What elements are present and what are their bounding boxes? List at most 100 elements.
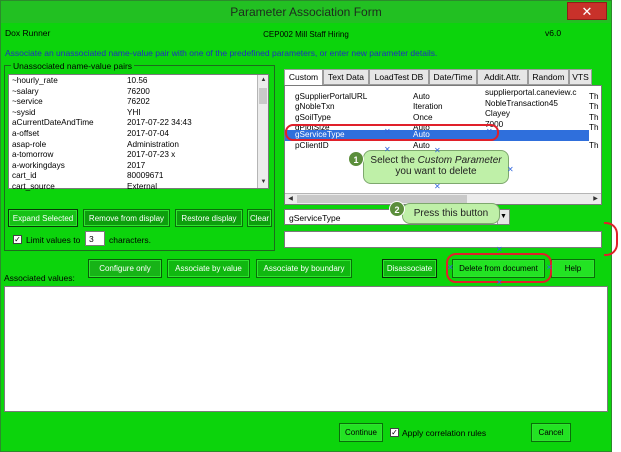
remove-from-display-button[interactable]: Remove from display: [83, 209, 170, 227]
pair-name: aCurrentDateAndTime: [12, 118, 94, 128]
parameter-value-input[interactable]: [284, 231, 602, 248]
pair-value: 2017: [127, 160, 146, 170]
custom-parameter-row[interactable]: gSoilType Once Clayey Th: [285, 109, 599, 122]
clear-button[interactable]: Clear: [247, 209, 272, 227]
unassociated-row[interactable]: ~service 76202: [12, 97, 247, 108]
apply-correlation-checkbox[interactable]: ✓: [390, 428, 399, 437]
decorative-red-arc: [604, 222, 618, 256]
scroll-down-arrow[interactable]: ▼: [258, 177, 269, 188]
pair-name: asap-role: [12, 139, 47, 149]
callout-2-number: 2: [389, 201, 405, 217]
pair-value: 76202: [127, 97, 150, 107]
unassociated-row[interactable]: ~hourly_rate 10.56: [12, 76, 247, 87]
associated-values-label: Associated values:: [4, 273, 75, 283]
associate-by-boundary-button[interactable]: Associate by boundary: [256, 259, 352, 278]
scroll-right-arrow[interactable]: ▶: [590, 194, 601, 205]
disassociate-button[interactable]: Disassociate: [382, 259, 437, 278]
callout-1-prefix: Select the: [370, 155, 418, 166]
unassociated-row[interactable]: ~salary 76200: [12, 87, 247, 98]
scroll-thumb[interactable]: [259, 88, 267, 104]
callout-select-parameter: Select the Custom Parameter you want to …: [363, 150, 509, 184]
callout-1-emphasis: Custom Parameter: [417, 155, 502, 166]
unassociated-group-label: Unassociated name-value pairs: [11, 61, 135, 71]
limit-values-input[interactable]: 3: [85, 231, 105, 246]
associate-by-value-button[interactable]: Associate by value: [167, 259, 250, 278]
pair-name: cart_id: [12, 171, 37, 181]
unassociated-row[interactable]: a-workingdays 2017: [12, 161, 247, 172]
anchor-marker-icon: ✕: [486, 127, 493, 136]
unassociated-row[interactable]: asap-role Administration: [12, 140, 247, 151]
pair-value: 80009671: [127, 171, 164, 181]
window-title: Parameter Association Form: [230, 5, 382, 19]
tab-custom[interactable]: Custom: [284, 69, 323, 86]
continue-button[interactable]: Continue: [339, 423, 383, 442]
scroll-up-arrow[interactable]: ▲: [258, 75, 269, 86]
pair-value: 76200: [127, 86, 150, 96]
callout-press-button: Press this button: [402, 203, 500, 224]
script-name: CEP002 Mill Staff Hiring: [263, 30, 349, 39]
callout-1-line2: you want to delete: [395, 166, 477, 177]
restore-display-button[interactable]: Restore display: [175, 209, 243, 227]
unassociated-list[interactable]: ~hourly_rate 10.56 ~salary 76200 ~service 762…: [8, 74, 269, 191]
apply-correlation-label: Apply correlation rules: [402, 428, 487, 438]
associated-values-list[interactable]: [4, 286, 608, 412]
anchor-marker-icon: ✕: [434, 146, 441, 155]
pair-name: cart_source: [12, 181, 55, 191]
unassociated-row[interactable]: ~sysid YHI: [12, 108, 247, 119]
custom-parameter-list[interactable]: gSupplierPortalURL Auto supplierportal.can…: [284, 85, 602, 205]
pair-name: ~sysid: [12, 107, 36, 117]
limit-values-checkbox[interactable]: ✓: [13, 235, 22, 244]
help-button[interactable]: Help: [551, 259, 595, 278]
tab-text-data[interactable]: Text Data: [323, 69, 369, 85]
param-value: 7000: [485, 119, 504, 129]
anchor-marker-icon: ✕: [507, 165, 514, 174]
param-value: supplierportal.caneview.c: [485, 88, 577, 97]
unassociated-row[interactable]: a-offset 2017-07-04: [12, 129, 247, 140]
anchor-marker-icon: ✕: [496, 278, 503, 287]
scroll-left-arrow[interactable]: ◀: [285, 194, 296, 205]
tab-addit-attr[interactable]: Addit.Attr.: [477, 69, 528, 85]
anchor-marker-icon: ✕: [384, 127, 391, 136]
expand-selected-button[interactable]: Expand Selected: [8, 209, 78, 227]
param-tail: Th: [589, 140, 599, 150]
pair-value: 2017-07-04: [127, 128, 169, 138]
hscroll-thumb[interactable]: [297, 195, 467, 203]
anchor-marker-icon: ✕: [496, 245, 503, 254]
anchor-marker-icon: ✕: [447, 263, 454, 272]
instructions-text: Associate an unassociated name-value pai…: [5, 48, 438, 58]
pair-value: 10.56: [127, 76, 148, 85]
limit-values-suffix: characters.: [109, 235, 152, 245]
callout-1-number: 1: [348, 151, 364, 167]
limit-values-label: Limit values to: [26, 235, 81, 245]
param-value: Clayey: [485, 109, 511, 119]
tab-random[interactable]: Random: [528, 69, 569, 85]
pair-name: ~hourly_rate: [12, 76, 58, 85]
tab-date-time[interactable]: Date/Time: [429, 69, 477, 85]
pair-value: YHI: [127, 107, 141, 117]
unassociated-vscroll[interactable]: ▲ ▼: [257, 75, 268, 188]
pair-value: 2017-07-23 x: [127, 150, 176, 160]
custom-parameter-row[interactable]: gSupplierPortalURL Auto supplierportal.can…: [285, 88, 599, 101]
pair-value: 2017-07-22 34:43: [127, 118, 192, 128]
param-tail: Th: [589, 130, 599, 140]
pair-name: ~service: [12, 97, 43, 107]
unassociated-row[interactable]: aCurrentDateAndTime 2017-07-22 34:43: [12, 118, 247, 129]
version-label: v6.0: [545, 28, 562, 38]
parameter-association-window: Parameter Association Form ✕ Dox Runner …: [0, 0, 612, 452]
anchor-marker-icon: ✕: [434, 182, 441, 191]
unassociated-row[interactable]: cart_id 80009671: [12, 171, 247, 182]
pair-name: a-workingdays: [12, 160, 65, 170]
pair-name: a-offset: [12, 128, 40, 138]
pair-name: a-tomorrow: [12, 150, 54, 160]
close-button[interactable]: ✕: [567, 2, 607, 20]
custom-parameter-row[interactable]: gNobleTxn Iteration NobleTransaction45 Th: [285, 99, 599, 112]
anchor-marker-icon: ✕: [546, 263, 553, 272]
tab-loadtest-db[interactable]: LoadTest DB: [369, 69, 429, 85]
unassociated-row[interactable]: a-tomorrow 2017-07-23 x: [12, 150, 247, 161]
cancel-button[interactable]: Cancel: [531, 423, 571, 442]
title-bar: Parameter Association Form ✕: [1, 1, 611, 23]
unassociated-row[interactable]: cart_source External: [12, 182, 247, 193]
tab-vts[interactable]: VTS: [569, 69, 592, 85]
pair-value: External: [127, 181, 158, 191]
configure-only-button[interactable]: Configure only: [88, 259, 162, 278]
